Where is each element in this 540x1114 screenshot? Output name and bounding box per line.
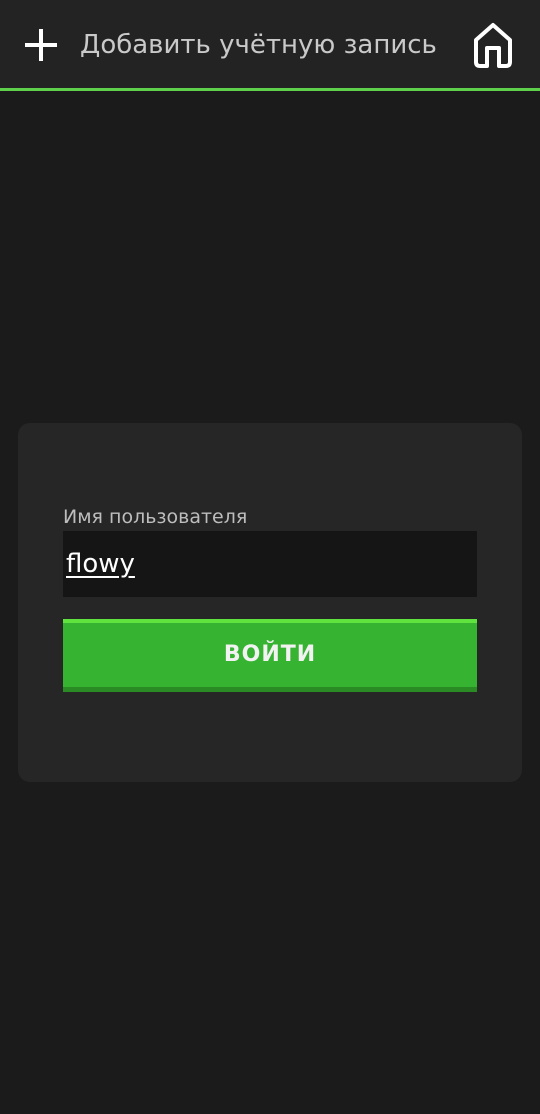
home-icon[interactable] <box>470 20 516 70</box>
app-screen: Добавить учётную запись Имя пользователя… <box>0 0 540 1114</box>
username-input[interactable]: flowy <box>63 531 477 597</box>
username-label: Имя пользователя <box>63 506 248 528</box>
login-button[interactable]: ВОЙТИ <box>63 619 477 692</box>
top-app-bar: Добавить учётную запись <box>0 0 540 91</box>
plus-icon[interactable] <box>24 28 58 62</box>
add-account-title[interactable]: Добавить учётную запись <box>80 28 437 62</box>
login-card: Имя пользователя flowy ВОЙТИ <box>18 423 522 782</box>
